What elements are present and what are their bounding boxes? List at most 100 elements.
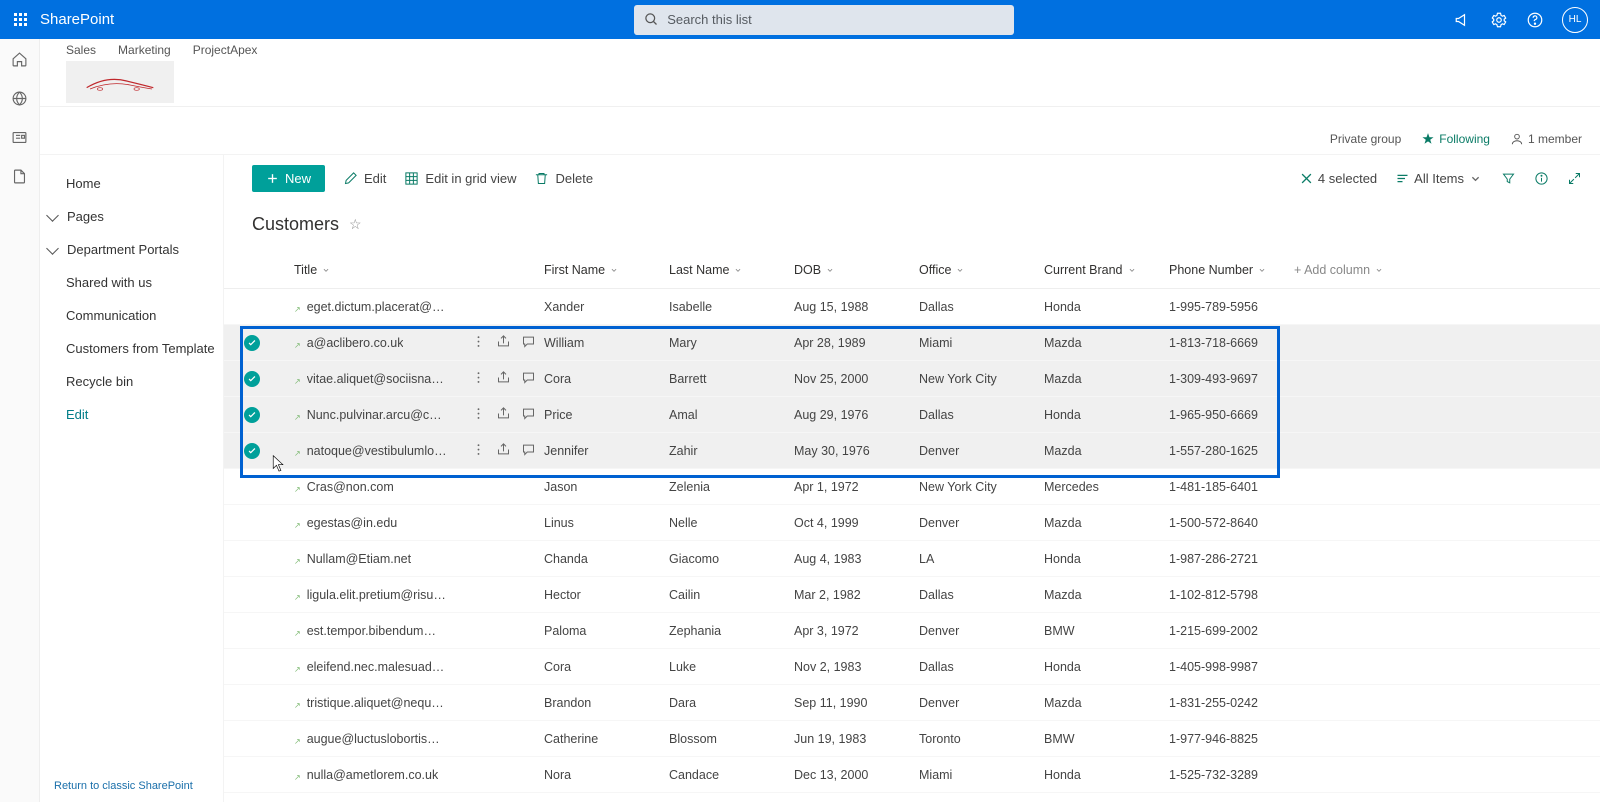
return-classic-link[interactable]: Return to classic SharePoint [54,780,193,792]
table-row[interactable]: ↗natoque@vestibulumlor...JenniferZahirMa… [224,433,1600,469]
row-title[interactable]: Nullam@Etiam.net [307,552,411,566]
row-checkbox-checked[interactable] [244,335,260,351]
suite-brand[interactable]: SharePoint [40,11,114,28]
row-checkbox[interactable] [244,587,260,603]
share-icon[interactable] [496,334,511,352]
comment-icon[interactable] [521,442,536,460]
nav-item[interactable]: Recycle bin [40,365,223,398]
table-row[interactable]: ↗egestas@in.eduLinusNelleOct 4, 1999Denv… [224,505,1600,541]
files-icon[interactable] [11,168,28,185]
favorite-star-icon[interactable]: ☆ [349,216,362,233]
nav-item[interactable]: Pages [40,200,223,233]
table-row[interactable]: ↗est.tempor.bibendum@neccursusa.comPalom… [224,613,1600,649]
row-title[interactable]: eget.dictum.placerat@mattis.ca [307,300,447,314]
table-row[interactable]: ↗Nunc.pulvinar.arcu@con...PriceAmalAug 2… [224,397,1600,433]
table-row[interactable]: ↗nulla@ametlorem.co.ukNoraCandaceDec 13,… [224,757,1600,793]
column-header[interactable]: DOB [794,263,919,277]
user-avatar[interactable]: HL [1562,7,1588,33]
table-row[interactable]: ↗Nullam@Etiam.netChandaGiacomoAug 4, 198… [224,541,1600,577]
row-title[interactable]: egestas@in.edu [307,516,398,530]
row-checkbox[interactable] [244,695,260,711]
row-title[interactable]: augue@luctuslobortisClass.co.uk [307,732,447,746]
edit-grid-button[interactable]: Edit in grid view [404,171,516,186]
megaphone-icon[interactable] [1454,11,1472,29]
row-checkbox[interactable] [244,551,260,567]
row-title[interactable]: Nunc.pulvinar.arcu@con... [307,408,447,422]
app-launcher-icon[interactable] [0,0,40,39]
table-row[interactable]: ↗vitae.aliquet@sociisnato...CoraBarrettN… [224,361,1600,397]
edit-button[interactable]: Edit [343,171,386,186]
selected-count[interactable]: 4 selected [1299,171,1377,186]
nav-item[interactable]: Department Portals [40,233,223,266]
row-checkbox[interactable] [244,299,260,315]
nav-item[interactable]: Customers from Template [40,332,223,365]
info-icon[interactable] [1534,171,1549,186]
table-row[interactable]: ↗ligula.elit.pretium@risus.caHectorCaili… [224,577,1600,613]
table-row[interactable]: ↗tristique.aliquet@neque.co.ukBrandonDar… [224,685,1600,721]
row-checkbox-checked[interactable] [244,407,260,423]
row-title[interactable]: a@aclibero.co.uk [307,336,404,350]
share-icon[interactable] [496,370,511,388]
row-title[interactable]: Cras@non.com [307,480,394,494]
filter-icon[interactable] [1501,171,1516,186]
hub-nav-item[interactable]: ProjectApex [193,43,258,57]
home-icon[interactable] [11,51,28,68]
more-icon[interactable] [471,442,486,460]
column-header[interactable]: Title [294,263,544,277]
nav-item[interactable]: Home [40,167,223,200]
row-title[interactable]: tristique.aliquet@neque.co.uk [307,696,447,710]
settings-icon[interactable] [1490,11,1508,29]
more-icon[interactable] [471,334,486,352]
row-phone: 1-102-812-5798 [1169,588,1294,602]
comment-icon[interactable] [521,406,536,424]
row-checkbox[interactable] [244,731,260,747]
hub-nav-item[interactable]: Marketing [118,43,171,57]
nav-item[interactable]: Edit [40,398,223,431]
column-header[interactable]: Current Brand [1044,263,1169,277]
row-title[interactable]: vitae.aliquet@sociisnato... [307,372,447,386]
hub-nav-item[interactable]: Sales [66,43,96,57]
row-checkbox[interactable] [244,659,260,675]
row-lastname: Luke [669,660,794,674]
site-logo[interactable] [66,61,174,103]
row-checkbox[interactable] [244,515,260,531]
column-header[interactable]: Last Name [669,263,794,277]
expand-icon[interactable] [1567,171,1582,186]
row-title[interactable]: ligula.elit.pretium@risus.ca [307,588,447,602]
new-button[interactable]: New [252,165,325,192]
table-row[interactable]: ↗Cras@non.comJasonZeleniaApr 1, 1972New … [224,469,1600,505]
news-icon[interactable] [11,129,28,146]
column-header[interactable]: Phone Number [1169,263,1294,277]
table-row[interactable]: ↗a@aclibero.co.ukWilliamMaryApr 28, 1989… [224,325,1600,361]
members-count[interactable]: 1 member [1510,132,1582,146]
row-title[interactable]: natoque@vestibulumlor... [307,444,447,458]
share-icon[interactable] [496,406,511,424]
row-checkbox[interactable] [244,479,260,495]
column-header[interactable]: Office [919,263,1044,277]
table-row[interactable]: ↗augue@luctuslobortisClass.co.ukCatherin… [224,721,1600,757]
delete-button[interactable]: Delete [534,171,593,186]
nav-item[interactable]: Communication [40,299,223,332]
view-selector[interactable]: All Items [1395,171,1483,186]
globe-icon[interactable] [11,90,28,107]
following-status[interactable]: Following [1421,132,1490,146]
row-checkbox[interactable] [244,623,260,639]
row-title[interactable]: eleifend.nec.malesuada@atrisus.ca [307,660,447,674]
table-row[interactable]: ↗eleifend.nec.malesuada@atrisus.caCoraLu… [224,649,1600,685]
comment-icon[interactable] [521,334,536,352]
row-checkbox-checked[interactable] [244,443,260,459]
table-row[interactable]: ↗eget.dictum.placerat@mattis.caXanderIsa… [224,289,1600,325]
row-checkbox-checked[interactable] [244,371,260,387]
add-column[interactable]: + Add column [1294,263,1444,277]
row-title[interactable]: est.tempor.bibendum@neccursusa.com [307,624,447,638]
more-icon[interactable] [471,406,486,424]
column-header[interactable]: First Name [544,263,669,277]
row-checkbox[interactable] [244,767,260,783]
search-box[interactable]: Search this list [634,5,1014,35]
share-icon[interactable] [496,442,511,460]
more-icon[interactable] [471,370,486,388]
row-title[interactable]: nulla@ametlorem.co.uk [307,768,439,782]
help-icon[interactable] [1526,11,1544,29]
nav-item[interactable]: Shared with us [40,266,223,299]
comment-icon[interactable] [521,370,536,388]
